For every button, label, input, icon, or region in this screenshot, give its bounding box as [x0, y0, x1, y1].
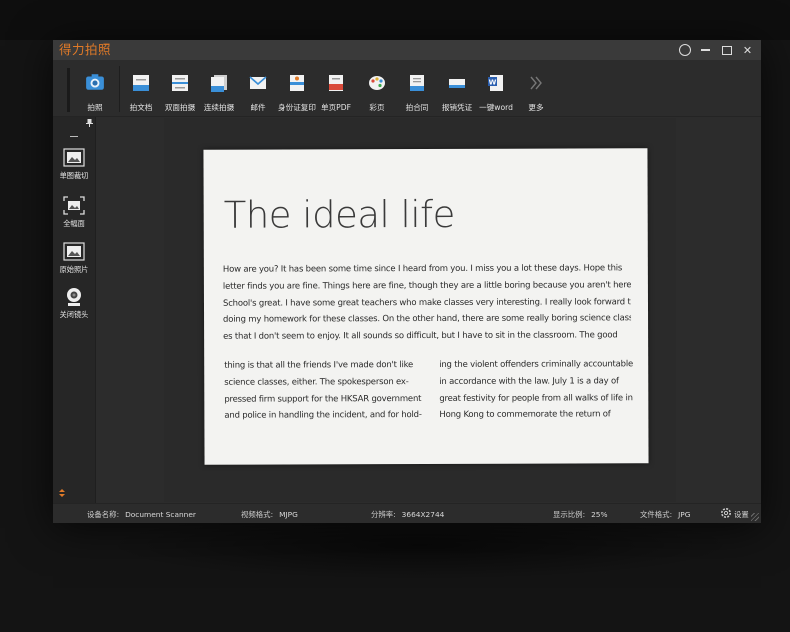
sidebar-item-label: 单图裁切 [59, 171, 89, 180]
palette-icon [369, 76, 385, 90]
sidebar-item-label: 原始照片 [59, 265, 89, 274]
mail-icon [249, 76, 267, 89]
double-side-icon [172, 75, 188, 91]
settings-button[interactable]: 设置 [734, 509, 749, 520]
status-video-format: 视频格式: MJPG [241, 509, 298, 520]
paragraph-line: School's great. I have some great teache… [222, 296, 632, 309]
status-bar: 设备名称: Document Scanner 视频格式: MJPG 分辨率: 3664… [53, 503, 761, 523]
sidebar-item-single-crop[interactable]: 单图裁切 [53, 148, 95, 188]
column-line: thing is that all the friends I've made … [224, 360, 414, 371]
minimize-button[interactable] [698, 43, 713, 58]
status-video-value: MJPG [279, 510, 298, 519]
status-device-value: Document Scanner [125, 510, 196, 519]
webcam-icon [67, 288, 81, 306]
status-resolution: 分辨率: 3664X2744 [371, 509, 444, 520]
status-zoom: 显示比例: 25% [553, 509, 608, 520]
svg-text:W: W [489, 79, 497, 87]
sidebar-item-label: 关闭镜头 [59, 310, 89, 319]
title-bar: 得力拍照 ✕ [53, 40, 761, 60]
column-line: great festivity for people from all walk… [439, 392, 633, 404]
sidebar-item-full-frame[interactable]: 全幅面 [53, 196, 95, 236]
app-window: 得力拍照 ✕ 拍照 拍文档 双面拍摄 连续拍摄 邮件 身份证复印 单页PDF 彩… [53, 40, 761, 523]
window-controls: ✕ [677, 41, 755, 59]
column-line: pressed firm support for the HKSAR gover… [224, 393, 422, 405]
column-line: and police in handling the incident, and… [224, 410, 422, 422]
full-frame-icon [63, 196, 85, 215]
status-device-label: 设备名称: [87, 510, 120, 519]
sidebar-item-close-camera[interactable]: 关闭镜头 [53, 287, 95, 327]
status-resolution-label: 分辨率: [371, 510, 396, 519]
status-format-value: JPG [678, 510, 691, 519]
maximize-button[interactable] [719, 43, 734, 58]
single-crop-icon [63, 148, 85, 167]
sidebar-item-label: 全幅面 [63, 219, 85, 228]
camera-preview[interactable]: The ideal life How are you? It has been … [164, 118, 676, 502]
sidebar-item-original-photo[interactable]: 原始照片 [53, 242, 95, 282]
left-sidebar: 单图裁切 全幅面 原始照片 关闭镜头 [53, 117, 96, 503]
pin-icon[interactable] [86, 119, 93, 127]
column-line: science classes, either. The spokesperso… [224, 376, 409, 388]
paragraph-line: letter finds you are fine. Things here a… [222, 280, 631, 292]
contract-icon [410, 75, 424, 91]
gear-icon[interactable] [720, 507, 732, 519]
camera-icon [86, 74, 104, 90]
status-zoom-value: 25% [591, 510, 608, 519]
continuous-shoot-icon [211, 75, 227, 92]
pdf-icon [329, 75, 343, 91]
status-device: 设备名称: Document Scanner [87, 509, 196, 520]
receipt-icon [449, 79, 465, 88]
id-card-icon [290, 75, 304, 91]
status-format-label: 文件格式: [640, 510, 673, 519]
original-photo-icon [63, 242, 85, 261]
status-resolution-value: 3664X2744 [401, 510, 445, 519]
more-chevron-icon [530, 76, 542, 90]
document-title: The ideal life [223, 192, 455, 237]
resize-grip[interactable] [751, 513, 759, 521]
expand-arrows-icon[interactable] [59, 489, 65, 497]
document-left-column: thing is that all the friends I've made … [224, 357, 424, 425]
toolbar-label: 更多 [528, 103, 544, 112]
close-button[interactable]: ✕ [740, 43, 755, 58]
desktop-top [0, 0, 790, 40]
paragraph-line: How are you? It has been some time since… [222, 263, 623, 275]
document-right-column: ing the violent offenders criminally acc… [439, 356, 633, 424]
column-line: ing the violent offenders criminally acc… [439, 359, 634, 370]
sidebar-divider [70, 136, 78, 137]
app-title: 得力拍照 [59, 42, 112, 57]
column-line: Hong Kong to commemorate the return of [439, 409, 611, 421]
status-zoom-label: 显示比例: [553, 510, 586, 519]
status-video-label: 视频格式: [241, 510, 274, 519]
document-paragraph: How are you? It has been some time since… [223, 260, 631, 345]
main-toolbar: 拍照 拍文档 双面拍摄 连续拍摄 邮件 身份证复印 单页PDF 彩页 拍合同 报… [53, 60, 761, 117]
column-line: in accordance with the law. July 1 is a … [439, 376, 619, 387]
toolbar-more-button[interactable]: 更多 [511, 66, 561, 114]
word-icon: W [488, 75, 503, 91]
document-scan-icon [133, 75, 149, 91]
status-file-format: 文件格式: JPG [640, 509, 690, 520]
language-globe-icon[interactable] [677, 43, 692, 58]
paragraph-line: es that I don't seem to enjoy. It all so… [223, 330, 618, 342]
paragraph-line: doing my homework for these classes. On … [223, 313, 632, 326]
scanned-document: The ideal life How are you? It has been … [203, 148, 649, 465]
